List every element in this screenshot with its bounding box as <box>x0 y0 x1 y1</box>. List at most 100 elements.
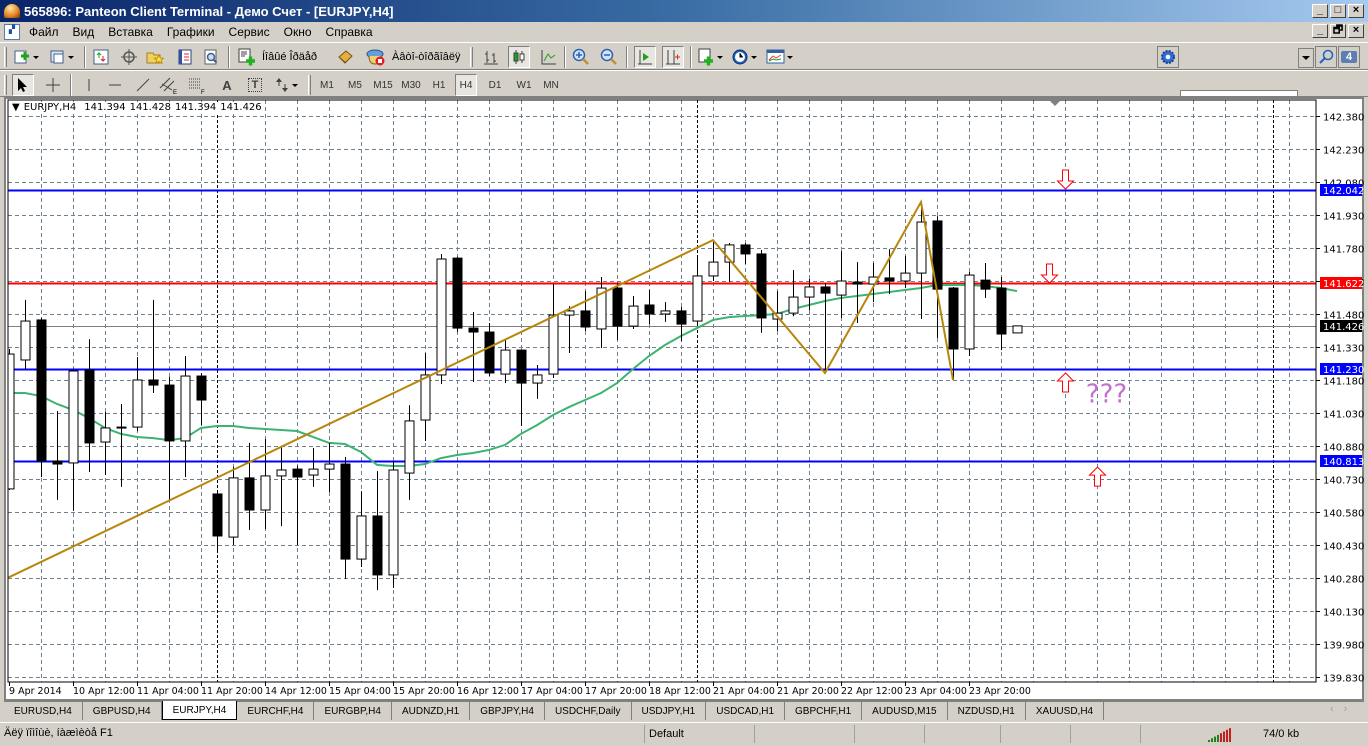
crosshair-icon <box>121 49 137 65</box>
arrows-tool[interactable] <box>272 74 302 96</box>
chart-tab[interactable]: EURUSD,H4 <box>4 702 83 720</box>
chart-menu-triangle-icon[interactable]: ▼ <box>12 102 20 113</box>
chart-document-icon[interactable]: ▞ <box>4 24 20 40</box>
mdi-close-button[interactable]: × <box>1348 24 1364 38</box>
chart-tab[interactable]: USDCAD,H1 <box>706 702 786 720</box>
chart-tab[interactable]: EURJPY,H4 <box>161 701 238 720</box>
menu-window[interactable]: Окно <box>277 25 319 39</box>
chart-tab[interactable]: AUDNZD,H1 <box>392 702 471 720</box>
notifications-button[interactable]: 4 <box>1338 46 1360 68</box>
bar-chart-button[interactable] <box>480 46 502 68</box>
timeframe-m5[interactable]: M5 <box>344 74 366 96</box>
zoom-out-button[interactable] <box>598 46 620 68</box>
chart-tab[interactable]: USDJPY,H1 <box>632 702 707 720</box>
equidistant-channel-tool[interactable]: E <box>158 74 180 96</box>
status-cell <box>1070 725 1140 743</box>
status-profile: Default <box>644 725 754 743</box>
chart-tab[interactable]: USDCHF,Daily <box>545 702 632 720</box>
mdi-minimize-button[interactable]: _ <box>1312 24 1328 38</box>
search-button[interactable] <box>1315 46 1337 68</box>
status-cell <box>1000 725 1070 743</box>
tab-scroll-left-button[interactable]: ‹ <box>1330 703 1334 715</box>
vertical-line-tool[interactable] <box>78 74 100 96</box>
connection-bar <box>1229 728 1231 742</box>
chart-tab[interactable]: GBPCHF,H1 <box>785 702 863 720</box>
menu-insert[interactable]: Вставка <box>101 25 160 39</box>
template-icon <box>766 49 793 64</box>
cursor-tool[interactable] <box>12 74 34 96</box>
menu-charts[interactable]: Графики <box>160 25 222 39</box>
profiles-button[interactable] <box>48 46 78 68</box>
chart-tab[interactable]: AUDUSD,M15 <box>862 702 948 720</box>
menu-help[interactable]: Справка <box>319 25 380 39</box>
zoom-in-button[interactable] <box>570 46 592 68</box>
timeframe-m1[interactable]: M1 <box>316 74 338 96</box>
timeframe-w1[interactable]: W1 <box>513 74 535 96</box>
chart-tab[interactable]: NZDUSD,H1 <box>948 702 1026 720</box>
timeframe-mn[interactable]: MN <box>540 74 562 96</box>
toolbar-grip[interactable] <box>308 75 311 95</box>
chart-shift-button[interactable] <box>662 46 684 68</box>
autotrading-button[interactable]: Àâòî-òîðãîâëÿ <box>362 46 465 68</box>
trendline-tool[interactable] <box>132 74 154 96</box>
toolbar-grip[interactable] <box>4 75 7 95</box>
new-order-label: Íîâûé Îðäåð <box>262 51 318 63</box>
crosshair-icon <box>46 78 60 92</box>
vertical-line-icon <box>88 79 90 91</box>
market-watch-button[interactable] <box>90 46 112 68</box>
expert-advisors-button[interactable] <box>334 46 356 68</box>
terminal-button[interactable] <box>174 46 196 68</box>
connection-bar <box>1226 729 1228 742</box>
new-order-button[interactable]: Íîâûé Îðäåð <box>234 46 321 68</box>
book-icon <box>338 50 353 64</box>
auto-scroll-button[interactable] <box>634 46 656 68</box>
line-chart-button[interactable] <box>538 46 560 68</box>
svg-text:F: F <box>201 90 205 94</box>
periodicity-button[interactable] <box>730 46 760 68</box>
candlestick-chart-button[interactable] <box>508 46 530 68</box>
timeframe-d1[interactable]: D1 <box>484 74 506 96</box>
indicators-button[interactable] <box>696 46 726 68</box>
horizontal-line-tool[interactable] <box>104 74 126 96</box>
timeframe-h4[interactable]: H4 <box>455 74 477 96</box>
zoom-out-icon <box>600 48 617 65</box>
horizontal-line-icon <box>109 84 121 86</box>
minimize-button[interactable]: _ <box>1312 4 1328 18</box>
chart-symbol: EURJPY,H4 <box>23 102 77 113</box>
menu-view[interactable]: Вид <box>66 25 102 39</box>
strategy-tester-button[interactable] <box>200 46 222 68</box>
templates-button[interactable] <box>764 46 796 68</box>
chart-window[interactable] <box>4 97 1364 701</box>
chart-tab[interactable]: EURCHF,H4 <box>237 702 315 720</box>
status-cell <box>924 725 1000 743</box>
text-tool[interactable]: A <box>216 74 238 96</box>
menu-tools[interactable]: Сервис <box>222 25 277 39</box>
status-connection[interactable]: 74/0 kb <box>1140 725 1366 743</box>
status-cell <box>854 725 924 743</box>
chart-tab[interactable]: EURGBP,H4 <box>314 702 392 720</box>
settings-button[interactable] <box>1157 46 1179 68</box>
trendline-icon <box>136 78 150 92</box>
chart-tab[interactable]: XAUUSD,H4 <box>1026 702 1105 720</box>
toolbar-grip[interactable] <box>4 47 7 67</box>
chart-tab[interactable]: GBPUSD,H4 <box>83 702 162 720</box>
timeframe-h1[interactable]: H1 <box>428 74 450 96</box>
search-dropdown-button[interactable] <box>1298 48 1314 68</box>
tab-scroll-right-button[interactable]: › <box>1344 703 1348 715</box>
text-label-tool[interactable]: T <box>244 74 266 96</box>
data-window-button[interactable] <box>118 46 140 68</box>
timeframe-m15[interactable]: M15 <box>370 74 396 96</box>
menu-file[interactable]: Файл <box>22 25 66 39</box>
timeframe-m30[interactable]: M30 <box>398 74 424 96</box>
toolbar-grip[interactable] <box>470 47 473 67</box>
navigator-button[interactable] <box>144 46 166 68</box>
crosshair-tool[interactable] <box>42 74 64 96</box>
app-logo-icon <box>4 4 20 18</box>
connection-bar <box>1217 734 1219 742</box>
maximize-button[interactable]: □ <box>1330 4 1346 18</box>
mdi-restore-button[interactable]: 🗗 <box>1330 24 1346 38</box>
fibonacci-tool[interactable]: F <box>186 74 208 96</box>
close-button[interactable]: × <box>1348 4 1364 18</box>
chart-tab[interactable]: GBPJPY,H4 <box>470 702 545 720</box>
new-chart-button[interactable] <box>12 46 42 68</box>
